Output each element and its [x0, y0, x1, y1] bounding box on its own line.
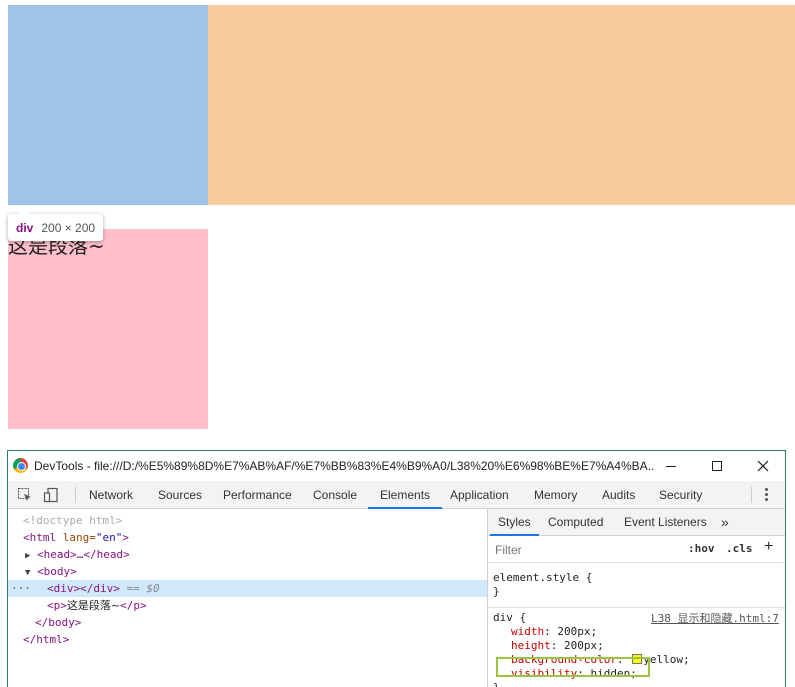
ellipsis-icon[interactable]: ···	[11, 580, 31, 597]
element-style-close: }	[493, 585, 500, 598]
devtools-window: DevTools - file:///D:/%E5%89%8D%E7%AB%AF…	[7, 450, 786, 687]
tab-performance[interactable]: Performance	[223, 481, 292, 509]
element-style-selector[interactable]: element.style {	[493, 571, 592, 585]
element-dimensions-tooltip: div 200 × 200	[8, 208, 104, 241]
maximize-icon	[712, 461, 722, 471]
tab-network[interactable]: Network	[89, 481, 133, 509]
dom-node-body[interactable]: ▼ <body>	[8, 563, 487, 580]
cls-toggle-button[interactable]: .cls	[726, 542, 753, 555]
filter-row: :hov .cls +	[488, 537, 785, 563]
dom-node-html[interactable]: <html lang="en">	[8, 529, 487, 546]
dom-node-body-close[interactable]: </body>	[8, 614, 487, 631]
tab-application[interactable]: Application	[450, 481, 509, 509]
new-style-rule-button[interactable]: +	[764, 538, 773, 556]
hov-toggle-button[interactable]: :hov	[688, 542, 715, 555]
dom-node-head[interactable]: ▶ <head>…</head>	[8, 546, 487, 563]
chrome-icon	[13, 458, 28, 473]
tooltip-tag: div	[16, 220, 34, 235]
filter-input[interactable]	[491, 540, 679, 559]
tab-event-listeners[interactable]: Event Listeners	[624, 509, 707, 536]
close-icon	[757, 460, 769, 472]
tab-security[interactable]: Security	[659, 481, 702, 509]
css-declaration[interactable]: width: 200px;	[511, 625, 597, 639]
close-button[interactable]	[740, 451, 785, 481]
minimize-button[interactable]	[648, 451, 694, 481]
styles-tabs: Styles Computed Event Listeners »	[488, 509, 785, 536]
tooltip-dimensions: 200 × 200	[41, 220, 96, 235]
tab-sources[interactable]: Sources	[158, 481, 202, 509]
title-bar[interactable]: DevTools - file:///D:/%E5%89%8D%E7%AB%AF…	[8, 451, 785, 481]
window-title: DevTools - file:///D:/%E5%89%8D%E7%AB%AF…	[34, 459, 654, 473]
tab-styles[interactable]: Styles	[490, 509, 539, 536]
annotation-highlight-box	[496, 657, 650, 677]
rule-selector[interactable]: div {	[493, 611, 526, 625]
tab-console[interactable]: Console	[313, 481, 357, 509]
more-tabs-chevron-icon[interactable]: »	[721, 509, 729, 536]
elements-tree: <!doctype html> <html lang="en"> ▶ <head…	[8, 509, 487, 687]
blue-box	[8, 5, 208, 205]
tab-memory[interactable]: Memory	[534, 481, 577, 509]
rule-source-link[interactable]: L38 显示和隐藏.html:7	[651, 610, 779, 626]
tab-elements[interactable]: Elements	[368, 481, 443, 509]
dom-node-p[interactable]: <p>这是段落~</p>	[8, 597, 487, 614]
collapse-triangle-icon[interactable]: ▼	[25, 568, 30, 578]
more-options-icon[interactable]	[765, 488, 769, 502]
rule-close-brace: }	[493, 681, 500, 687]
dom-node-doctype[interactable]: <!doctype html>	[8, 512, 487, 529]
css-declaration[interactable]: height: 200px;	[511, 639, 604, 653]
device-toolbar-icon[interactable]	[43, 487, 59, 503]
maximize-button[interactable]	[694, 451, 740, 481]
tab-computed[interactable]: Computed	[548, 509, 603, 536]
orange-box	[208, 5, 795, 205]
expand-triangle-icon[interactable]: ▶	[25, 551, 30, 561]
pink-box	[8, 229, 208, 429]
minimize-icon	[666, 465, 676, 467]
devtools-toolbar: Network Sources Performance Console Elem…	[8, 481, 785, 509]
dom-node-div-selected[interactable]: ··· <div></div> == $0	[8, 580, 487, 597]
tab-audits[interactable]: Audits	[602, 481, 635, 509]
inspect-element-icon[interactable]	[17, 487, 33, 503]
dom-node-html-close[interactable]: </html>	[8, 631, 487, 648]
